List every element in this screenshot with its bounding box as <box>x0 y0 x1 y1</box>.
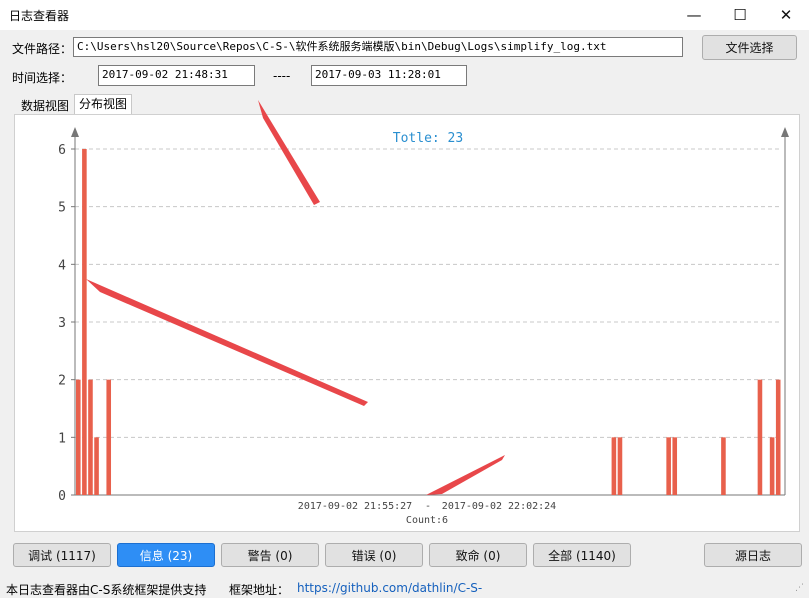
range-end-label: 2017-09-02 22:02:24 <box>442 501 556 512</box>
minimize-icon: — <box>686 6 702 24</box>
range-separator: - <box>425 501 431 512</box>
y-tick-label: 2 <box>58 374 66 389</box>
filter-fatal-button[interactable]: 致命 (0) <box>429 543 527 567</box>
bar <box>611 437 617 495</box>
start-time-input[interactable]: 2017-09-02 21:48:31 <box>98 65 255 86</box>
end-time-input[interactable]: 2017-09-03 11:28:01 <box>311 65 467 86</box>
bar <box>617 437 623 495</box>
framework-label: 框架地址： <box>229 583 290 597</box>
y-tick-label: 6 <box>58 143 66 158</box>
maximize-icon: ☐ <box>733 6 747 24</box>
range-start-label: 2017-09-02 21:55:27 <box>298 501 412 512</box>
filter-debug-button[interactable]: 调试 (1117) <box>13 543 111 567</box>
distribution-panel: 0 1 2 3 4 5 6 Totle: 23 2017-09-02 21:55:27 -2017… <box>14 114 800 532</box>
window-title: 日志查看器 <box>9 9 70 23</box>
y-tick-label: 4 <box>58 258 66 273</box>
status-text: 本日志查看器由C-S系统框架提供支持 <box>6 583 207 597</box>
bar <box>106 379 112 495</box>
chart-title: Totle: 23 <box>393 131 463 146</box>
distribution-chart[interactable]: 0 1 2 3 4 5 6 Totle: 23 2017-09-02 21:55:27 -2017… <box>15 115 801 533</box>
close-icon: ✕ <box>779 6 793 24</box>
maximize-button[interactable]: ☐ <box>717 0 763 30</box>
bar <box>672 437 678 495</box>
file-select-button[interactable]: 文件选择 <box>702 35 797 60</box>
bar <box>88 379 93 495</box>
file-path-label: 文件路径： <box>12 42 73 56</box>
bar <box>757 379 763 495</box>
source-log-button[interactable]: 源日志 <box>704 543 802 567</box>
bar <box>769 437 775 495</box>
file-path-input[interactable]: C:\Users\hsl20\Source\Repos\C-S-\软件系统服务端… <box>73 37 683 57</box>
count-label: Count:6 <box>406 515 448 526</box>
time-select-label: 时间选择： <box>12 71 73 85</box>
bar <box>76 379 81 495</box>
y-axis-right-arrow-icon <box>781 127 789 137</box>
tab-distribution-view[interactable]: 分布视图 <box>74 94 133 115</box>
resize-grip-icon[interactable]: ⋰ <box>795 583 804 593</box>
y-tick-label: 1 <box>58 431 66 446</box>
bar <box>721 437 726 495</box>
filter-all-button[interactable]: 全部 (1140) <box>533 543 631 567</box>
bar <box>82 149 87 495</box>
y-tick-label: 5 <box>58 201 66 216</box>
y-tick-label: 3 <box>58 316 66 331</box>
bar <box>666 437 671 495</box>
filter-info-button[interactable]: 信息 (23) <box>117 543 215 567</box>
filter-warning-button[interactable]: 警告 (0) <box>221 543 319 567</box>
filter-error-button[interactable]: 错误 (0) <box>325 543 423 567</box>
time-separator: ---- <box>273 69 291 83</box>
tab-data-view[interactable]: 数据视图 <box>16 96 74 116</box>
close-button[interactable]: ✕ <box>763 0 809 30</box>
status-bar: 本日志查看器由C-S系统框架提供支持 框架地址： https://github.… <box>0 577 809 597</box>
minimize-button[interactable]: — <box>671 0 717 30</box>
bar <box>775 379 781 495</box>
framework-link[interactable]: https://github.com/dathlin/C-S- <box>297 581 482 595</box>
y-axis-left-arrow-icon <box>71 127 79 137</box>
title-bar: 日志查看器 — ☐ ✕ <box>0 0 809 30</box>
bar <box>94 437 99 495</box>
y-tick-label: 0 <box>58 489 66 504</box>
